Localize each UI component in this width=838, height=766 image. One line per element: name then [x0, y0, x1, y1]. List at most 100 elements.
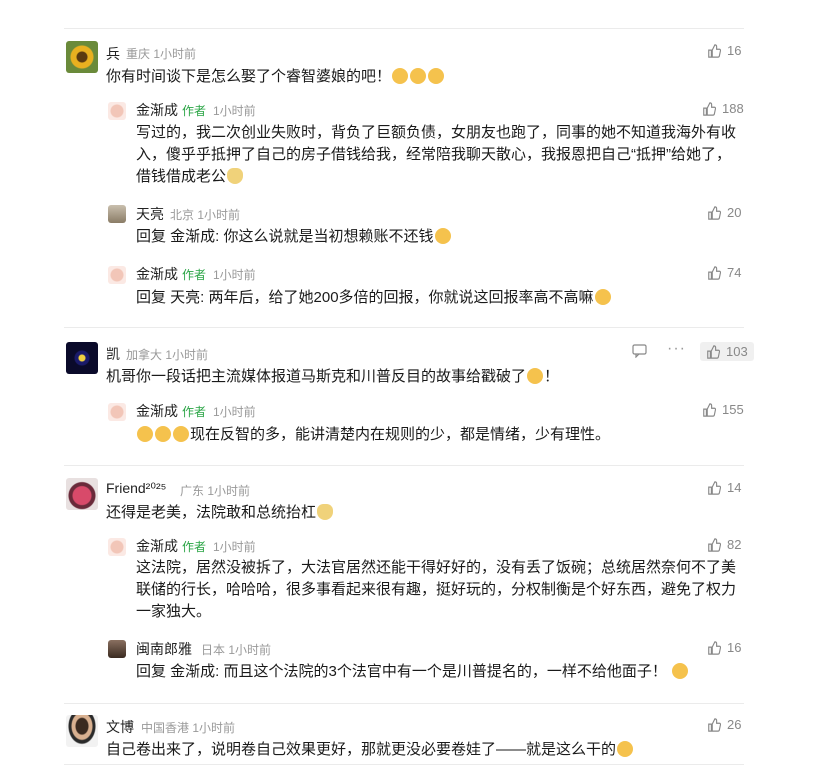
like-count: 103	[726, 344, 748, 359]
avatar[interactable]	[108, 205, 126, 223]
time: 1小时前	[207, 484, 251, 498]
thumbs-up-icon	[707, 344, 720, 359]
thumbs-up-icon	[708, 537, 721, 552]
like-button[interactable]: 103	[700, 342, 754, 361]
like-button[interactable]: 14	[707, 480, 741, 495]
time: 1小时前	[213, 268, 256, 282]
replier-name[interactable]: 金渐成	[136, 538, 178, 554]
location: 广东	[180, 484, 205, 498]
cat-emoji-icon	[227, 168, 244, 184]
reply-text: 现在反智的多，能讲清楚内在规则的少，都是情绪，少有理性。	[136, 424, 736, 446]
reply-meta: 北京 1小时前	[170, 206, 240, 223]
time: 1小时前	[192, 721, 236, 735]
comment-text: 自己卷出来了，说明卷自己效果更好，那就更没必要卷娃了——就是这么干的	[106, 739, 726, 761]
reply-text: 这法院，居然没被拆了，大法官居然还能干得好好的，没有丢了饭碗；总统居然奈何不了美…	[136, 557, 736, 623]
reply-meta: 金渐成 作者	[136, 100, 206, 120]
reply-text: 回复 天亮: 两年后，给了她200多倍的回报，你就说这回报率高不高嘛	[136, 287, 736, 309]
thumbs-up-icon	[708, 265, 721, 280]
laughing-emoji-icon	[173, 426, 189, 442]
like-button[interactable]: 82	[707, 537, 741, 552]
text-line: 这法院，居然没被拆了，大法官居然还能干得好好的，没有丢了饭碗；总统居然奈何不了美	[136, 559, 737, 576]
reply-meta: 金渐成 作者	[136, 536, 206, 556]
like-count: 14	[727, 480, 742, 495]
thinking-emoji-icon	[672, 663, 689, 679]
avatar[interactable]	[108, 102, 126, 120]
divider	[64, 465, 744, 466]
divider	[64, 703, 744, 704]
like-count: 155	[722, 402, 744, 417]
location: 加拿大	[126, 348, 163, 362]
reply-meta: 金渐成 作者	[136, 401, 206, 421]
replier-name[interactable]: 闽南郎雅	[136, 639, 192, 659]
commenter-name[interactable]: Friend²⁰²⁵	[106, 480, 166, 497]
reply-meta: 日本 1小时前	[201, 641, 271, 658]
reply-text: 回复 金渐成: 而且这个法院的3个法官中有一个是川普提名的，一样不给他面子！	[136, 661, 736, 683]
text-line: 联储的行长，哈哈哈，很多事看起来很有趣，挺好玩的，分权制衡是个好东西，避免了权力	[136, 581, 737, 598]
thumbs-up-icon	[708, 43, 721, 58]
comment-meta: 中国香港 1小时前	[141, 719, 235, 736]
like-count: 16	[727, 43, 742, 58]
like-count: 16	[727, 640, 742, 655]
comment-meta: 加拿大 1小时前	[126, 346, 208, 363]
avatar[interactable]	[66, 715, 98, 747]
replier-name[interactable]: 金渐成	[136, 102, 178, 118]
like-button[interactable]: 26	[707, 717, 741, 732]
avatar[interactable]	[108, 640, 126, 658]
like-count: 20	[727, 205, 742, 220]
like-button[interactable]: 16	[707, 43, 741, 58]
time: 1小时前	[228, 643, 272, 657]
comment-body: 还得是老美，法院敢和总统抬杠	[106, 504, 317, 521]
text-line: 入，傻乎乎抵押了自己的房子借钱给我，经常陪我聊天散心，我报恩把自己“抵押”给她了…	[136, 146, 731, 163]
like-button[interactable]: 188	[702, 101, 744, 116]
reply-prefix[interactable]: 回复 金渐成:	[136, 228, 219, 245]
avatar[interactable]	[66, 478, 98, 510]
thumbs-up-icon	[703, 402, 716, 417]
author-badge: 作者	[182, 268, 207, 282]
laughing-emoji-icon	[137, 426, 153, 442]
replier-name[interactable]: 金渐成	[136, 403, 178, 419]
time: 1小时前	[213, 104, 256, 118]
author-badge: 作者	[182, 405, 207, 419]
comment-meta: 重庆 1小时前	[126, 45, 196, 62]
commenter-name[interactable]: 文博	[106, 717, 134, 737]
grimace-emoji-icon	[527, 368, 544, 384]
like-button[interactable]: 155	[702, 402, 744, 417]
author-badge: 作者	[182, 540, 207, 554]
comment-section: 兵 重庆 1小时前 16 你有时间谈下是怎么娶了个睿智婆娘的吧！ 金渐成 作者 1…	[0, 0, 838, 766]
replier-name[interactable]: 天亮	[136, 204, 164, 224]
thumbs-up-icon	[708, 205, 721, 220]
avatar[interactable]	[108, 403, 126, 421]
cat-emoji-icon	[317, 504, 334, 520]
grinning-emoji-icon	[617, 741, 634, 757]
reply-body: 而且这个法院的3个法官中有一个是川普提名的，一样不给他面子！	[223, 663, 667, 680]
text-line: 借钱借成老公	[136, 168, 227, 185]
like-button[interactable]: 16	[707, 640, 741, 655]
thumbs-up-icon	[708, 480, 721, 495]
commenter-name[interactable]: 凯	[106, 344, 120, 364]
avatar[interactable]	[108, 538, 126, 556]
comment-reply-icon[interactable]	[632, 344, 647, 361]
thumbs-up-icon	[703, 101, 716, 116]
commenter-name[interactable]: 兵	[106, 44, 120, 64]
like-button[interactable]: 74	[707, 265, 741, 280]
time: 1小时前	[213, 540, 256, 554]
like-button[interactable]: 20	[707, 205, 741, 220]
reply-prefix[interactable]: 回复 天亮:	[136, 289, 204, 306]
divider	[64, 764, 744, 765]
comment-body: 你有时间谈下是怎么娶了个睿智婆娘的吧！	[106, 68, 392, 85]
avatar[interactable]	[66, 342, 98, 374]
avatar[interactable]	[66, 41, 98, 73]
divider	[64, 327, 744, 328]
replier-name[interactable]: 金渐成	[136, 266, 178, 282]
text-line: 写过的，我二次创业失败时，背负了巨额负债，女朋友也跑了，同事的她不知道我海外有收	[136, 124, 737, 141]
laughing-emoji-icon	[155, 426, 171, 442]
comment-text: 机哥你一段话把主流媒体报道马斯克和川普反目的故事给戳破了 ！	[106, 366, 726, 388]
author-badge: 作者	[182, 104, 207, 118]
comment-text: 还得是老美，法院敢和总统抬杠	[106, 502, 726, 524]
reply-prefix[interactable]: 回复 金渐成:	[136, 663, 219, 680]
avatar[interactable]	[108, 266, 126, 284]
location: 中国香港	[141, 721, 190, 735]
more-options-icon[interactable]: ···	[667, 340, 686, 358]
location: 日本	[201, 643, 226, 657]
reply-text: 回复 金渐成: 你这么说就是当初想赖账不还钱	[136, 226, 736, 248]
